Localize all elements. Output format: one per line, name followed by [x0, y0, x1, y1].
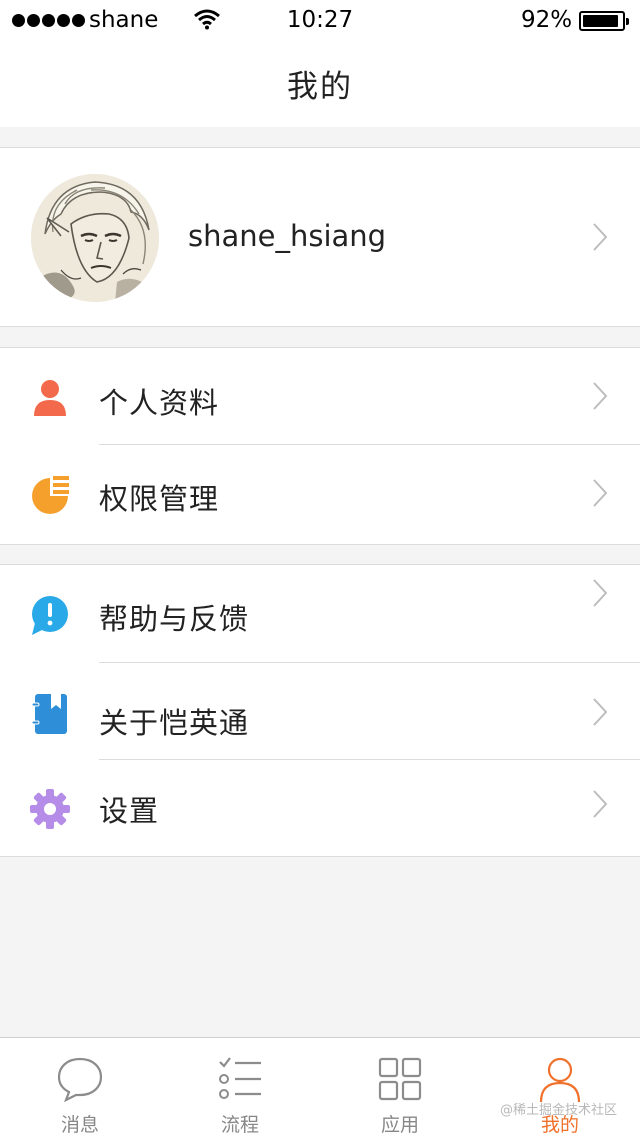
- menu-group-account: 个人资料 权限管理: [0, 347, 640, 545]
- chevron-right-icon: [593, 698, 607, 726]
- menu-row-permissions[interactable]: 权限管理: [0, 445, 640, 544]
- navigation-bar: 我的: [0, 40, 640, 127]
- tab-label-messages: 消息: [60, 1114, 99, 1136]
- profile-row[interactable]: shane_hsiang: [0, 148, 640, 326]
- menu-label-profile-info: 个人资料: [99, 386, 220, 420]
- tab-messages[interactable]: 消息: [0, 1038, 160, 1136]
- pie-chart-icon: [32, 476, 69, 514]
- menu-label-settings: 设置: [99, 794, 160, 828]
- chevron-right-icon: [593, 479, 607, 507]
- tab-bar: 消息 流程 应用 我的: [0, 1037, 640, 1136]
- chevron-right-icon: [593, 790, 607, 818]
- menu-label-help-feedback: 帮助与反馈: [99, 602, 250, 636]
- chevron-right-icon: [593, 579, 607, 607]
- menu-label-permissions: 权限管理: [99, 482, 220, 516]
- battery-percent: 92%: [521, 7, 573, 33]
- menu-label-about: 关于恺英通: [99, 706, 250, 740]
- tab-label-workflow: 流程: [220, 1114, 259, 1136]
- watermark: @稀土掘金技术社区: [500, 1103, 618, 1118]
- chat-bubble-icon: [57, 1057, 103, 1102]
- tab-workflow[interactable]: 流程: [160, 1038, 320, 1136]
- grid-apps-icon: [378, 1057, 422, 1101]
- menu-row-settings[interactable]: 设置: [0, 760, 640, 856]
- help-bubble-icon: [32, 596, 68, 635]
- tab-label-apps: 应用: [380, 1114, 419, 1136]
- status-bar: shane 10:27 92%: [0, 0, 640, 40]
- page-title: 我的: [287, 69, 353, 105]
- person-icon: [34, 380, 66, 416]
- gear-icon: [30, 789, 70, 829]
- user-icon: [539, 1057, 581, 1102]
- menu-row-profile-info[interactable]: 个人资料: [0, 348, 640, 445]
- tab-apps[interactable]: 应用: [320, 1038, 480, 1136]
- chevron-right-icon: [593, 382, 607, 410]
- username: shane_hsiang: [188, 219, 387, 253]
- menu-group-general: 帮助与反馈 关于恺英通 设置: [0, 564, 640, 857]
- profile-section: shane_hsiang: [0, 147, 640, 327]
- screen: shane 10:27 92% 我的 shane_hsiang 个人资料 权限管…: [0, 0, 640, 1136]
- tab-mine[interactable]: 我的: [480, 1038, 640, 1136]
- avatar: [31, 174, 159, 302]
- checklist-icon: [219, 1057, 261, 1099]
- menu-row-about[interactable]: 关于恺英通: [0, 663, 640, 760]
- menu-row-help-feedback[interactable]: 帮助与反馈: [0, 565, 640, 663]
- chevron-right-icon: [593, 223, 607, 251]
- notebook-icon: [31, 694, 67, 734]
- battery-icon: [579, 11, 629, 31]
